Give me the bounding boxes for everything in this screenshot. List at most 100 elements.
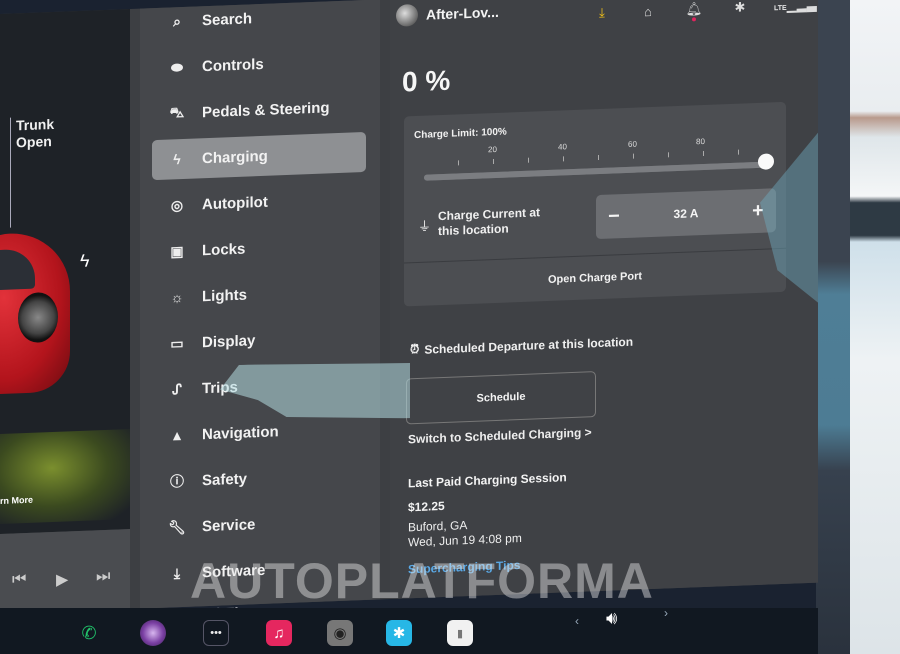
volume-up-chevron-icon[interactable]: › [664, 606, 668, 620]
menu-item-trips[interactable]: ᔑ Trips [152, 362, 366, 410]
more-icon[interactable]: ••• [203, 620, 229, 646]
menu-item-label: Navigation [202, 422, 279, 443]
trunk-indicator-line [10, 117, 11, 228]
lte-label: LTE [774, 4, 787, 13]
tick-label-60: 60 [628, 139, 637, 149]
lightning-icon: ϟ [173, 151, 181, 168]
charge-limit-label: Charge Limit: 100% [414, 126, 507, 142]
music-icon[interactable]: ♫ [266, 620, 292, 646]
bluetooth-icon[interactable]: ✱ [728, 0, 752, 16]
decrease-current-button[interactable]: − [596, 204, 632, 228]
trunk-status-line2: Open [16, 133, 52, 151]
charge-current-label: Charge Current at this location [438, 204, 568, 239]
charge-limit-fill [424, 161, 766, 181]
next-track-button[interactable]: ⏭ [96, 568, 110, 587]
menu-item-label: Locks [202, 240, 246, 259]
menu-item-label: Trips [202, 378, 238, 397]
menu-item-lights[interactable]: ☼ Lights [152, 270, 366, 318]
outside-window-view [848, 0, 900, 654]
trunk-status[interactable]: Trunk Open [16, 116, 54, 151]
menu-item-controls[interactable]: ⬬ Controls [152, 40, 366, 88]
alarm-clock-icon: ⏰︎ [410, 341, 420, 357]
trunk-status-line1: Trunk [16, 115, 55, 134]
menu-item-label: Pedals & Steering [202, 98, 330, 121]
status-bar: ⤓ ⌂ 🔔︎ ✱ LTE▁▂▃ [590, 0, 817, 21]
plug-icon: ⏚ [418, 218, 432, 234]
play-button[interactable]: ▶ [56, 569, 68, 589]
last-session-datetime: Wed, Jun 19 4:08 pm [408, 530, 522, 550]
phone-icon[interactable]: ✆ [76, 620, 102, 646]
menu-item-locks[interactable]: ▣ Locks [152, 224, 366, 272]
search-icon: ⌕ [173, 12, 181, 29]
display-icon: ▭ [170, 334, 184, 351]
lte-signal-icon: LTE▁▂▃ [774, 0, 817, 13]
menu-item-charging[interactable]: ϟ Charging [152, 131, 366, 181]
menu-item-autopilot[interactable]: ◎ Autopilot [152, 178, 366, 226]
sun-icon: ☼ [170, 288, 184, 306]
alert-circle-icon: ⓘ [170, 472, 184, 490]
volume-icon[interactable]: 🔊︎ [606, 608, 617, 629]
tick-label-80: 80 [696, 136, 705, 147]
increase-current-button[interactable]: + [740, 199, 776, 223]
slider-tick [668, 152, 669, 158]
menu-item-search[interactable]: ⌕ Search [152, 0, 366, 42]
menu-item-navigation[interactable]: ▲ Navigation [152, 408, 366, 456]
profile-name: After-Lov... [426, 3, 499, 23]
menu-item-label: Charging [202, 147, 268, 167]
last-session-price: $12.25 [408, 498, 445, 515]
driver-profile[interactable]: After-Lov... [396, 1, 499, 27]
bluetooth-app-icon[interactable]: ✱ [386, 620, 412, 646]
charge-limit-slider[interactable] [424, 161, 766, 181]
slider-tick [598, 154, 599, 161]
download-icon[interactable]: ⤓ [590, 4, 614, 21]
slider-tick [493, 159, 494, 165]
tick-label-20: 20 [488, 144, 497, 155]
camera-icon[interactable] [140, 620, 166, 646]
slider-tick [633, 153, 634, 159]
lock-icon: ▣ [170, 242, 184, 259]
download-icon: ⤓ [173, 564, 181, 581]
steering-wheel-icon: ◎ [170, 196, 184, 213]
supercharging-tips-link[interactable]: Supercharging Tips [408, 558, 520, 576]
photo-frame: Trunk Open ϟ rn More ⏮ ▶ ⏭ ⌕ Search ⬬ Co… [0, 0, 900, 654]
avatar [396, 3, 418, 27]
screen-bezel [816, 0, 850, 654]
bell-icon[interactable]: 🔔︎ [682, 1, 706, 18]
open-charge-port-button[interactable]: Open Charge Port [404, 249, 786, 307]
menu-item-label: Controls [202, 55, 264, 75]
notes-icon[interactable]: ▮ [447, 620, 473, 646]
scheduled-departure-title: Scheduled Departure at this location [424, 334, 634, 357]
menu-item-display[interactable]: ▭ Display [152, 316, 366, 364]
previous-track-button[interactable]: ⏮ [12, 571, 26, 590]
slider-tick [528, 157, 529, 163]
menu-item-label: Search [202, 9, 253, 29]
menu-item-service[interactable]: 🔧︎ Service [152, 500, 366, 548]
charge-port-bolt-icon[interactable]: ϟ [80, 251, 90, 272]
learn-more-link[interactable]: rn More [0, 495, 33, 506]
car-visualization-panel: Trunk Open ϟ rn More [0, 9, 130, 534]
menu-item-label: Display [202, 331, 256, 351]
charge-limit-slider-thumb[interactable] [758, 153, 774, 170]
settings-menu: ⌕ Search ⬬ Controls ⛍ Pedals & Steering … [140, 0, 380, 623]
touchscreen: Trunk Open ϟ rn More ⏮ ▶ ⏭ ⌕ Search ⬬ Co… [0, 0, 818, 623]
menu-item-label: Safety [202, 470, 248, 489]
menu-item-pedals-steering[interactable]: ⛍ Pedals & Steering [152, 86, 366, 134]
slider-tick [738, 149, 739, 155]
menu-item-software[interactable]: ⤓ Software [152, 546, 366, 594]
menu-item-label: Lights [202, 286, 247, 305]
slider-tick [703, 150, 704, 156]
volume-down-chevron-icon[interactable]: ‹ [575, 614, 579, 628]
dashcam-icon[interactable]: ◉ [327, 620, 353, 646]
trips-icon: ᔑ [172, 380, 182, 397]
garage-icon[interactable]: ⌂ [636, 3, 660, 19]
last-session-details: Buford, GA Wed, Jun 19 4:08 pm [408, 516, 522, 550]
navigation-arrow-icon: ▲ [170, 426, 184, 444]
switch-to-scheduled-charging-link[interactable]: Switch to Scheduled Charging > [408, 425, 592, 446]
menu-item-safety[interactable]: ⓘ Safety [152, 454, 366, 502]
schedule-button[interactable]: Schedule [406, 371, 596, 425]
charging-settings-panel: After-Lov... ⤓ ⌂ 🔔︎ ✱ LTE▁▂▃ 0 % Charge … [390, 0, 818, 600]
slider-tick [563, 156, 564, 162]
menu-item-label: Service [202, 515, 256, 535]
wrench-icon: 🔧︎ [168, 518, 186, 536]
menu-item-label: Autopilot [202, 193, 268, 213]
